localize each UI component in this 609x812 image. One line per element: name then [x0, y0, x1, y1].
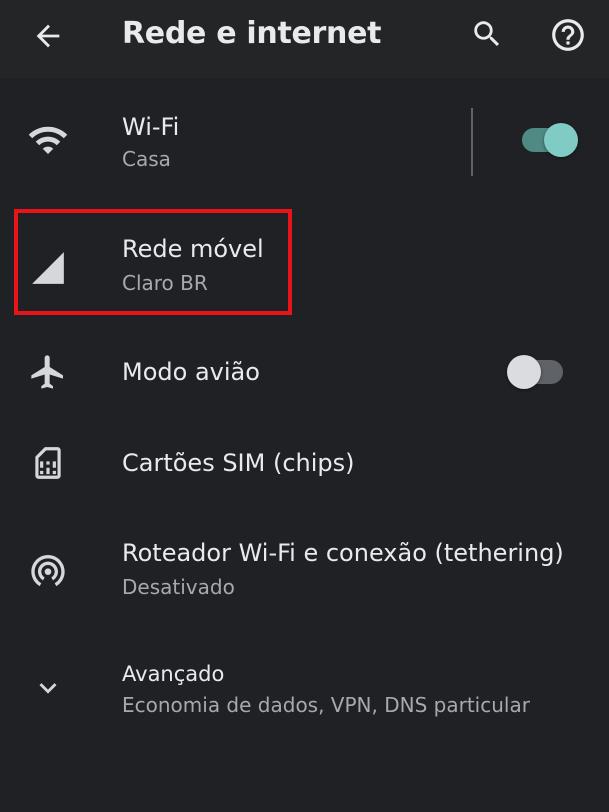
wifi-toggle-thumb [544, 123, 578, 157]
advanced-row[interactable]: Avançado Economia de dados, VPN, DNS par… [0, 644, 609, 740]
help-button[interactable] [543, 10, 593, 60]
wifi-setting-row[interactable]: Wi-Fi Casa [0, 90, 609, 190]
top-app-bar: Rede e internet [0, 0, 609, 78]
settings-screen: Rede e internet Wi-Fi Casa Rede móvel Cl… [0, 0, 609, 812]
chevron-down-icon [39, 683, 57, 694]
highlight-annotation-box [14, 209, 292, 315]
sim-cards-row[interactable]: Cartões SIM (chips) [0, 420, 609, 506]
advanced-subtitle: Economia de dados, VPN, DNS particular [122, 693, 530, 717]
wifi-divider [471, 108, 473, 176]
arrow-back-icon [36, 24, 60, 48]
hotspot-title: Roteador Wi-Fi e conexão (tethering) [122, 539, 564, 567]
hotspot-icon [31, 555, 65, 587]
airplane-mode-toggle[interactable] [507, 350, 565, 394]
help-icon [552, 19, 584, 51]
page-title: Rede e internet [122, 16, 382, 51]
hotspot-tethering-row[interactable]: Roteador Wi-Fi e conexão (tethering) Des… [0, 522, 609, 622]
sim-card-icon-wrap [24, 439, 72, 487]
wifi-toggle[interactable] [520, 118, 578, 162]
airplane-mode-title: Modo avião [122, 358, 260, 386]
sim-cards-title: Cartões SIM (chips) [122, 449, 355, 477]
airplane-icon-wrap [24, 348, 72, 396]
wifi-subtitle: Casa [122, 147, 171, 171]
search-button[interactable] [463, 10, 511, 58]
wifi-icon-wrap [24, 116, 72, 164]
hotspot-subtitle: Desativado [122, 575, 235, 599]
back-button[interactable] [24, 12, 72, 60]
airplane-icon [31, 355, 63, 389]
sim-card-icon [35, 447, 61, 479]
wifi-title: Wi-Fi [122, 113, 180, 141]
wifi-icon [28, 126, 68, 154]
search-icon [474, 21, 500, 47]
airplane-toggle-thumb [507, 355, 541, 389]
advanced-title: Avançado [122, 662, 225, 686]
hotspot-icon-wrap [24, 546, 72, 594]
airplane-mode-row[interactable]: Modo avião [0, 330, 609, 414]
chevron-down-icon-wrap [24, 664, 72, 712]
